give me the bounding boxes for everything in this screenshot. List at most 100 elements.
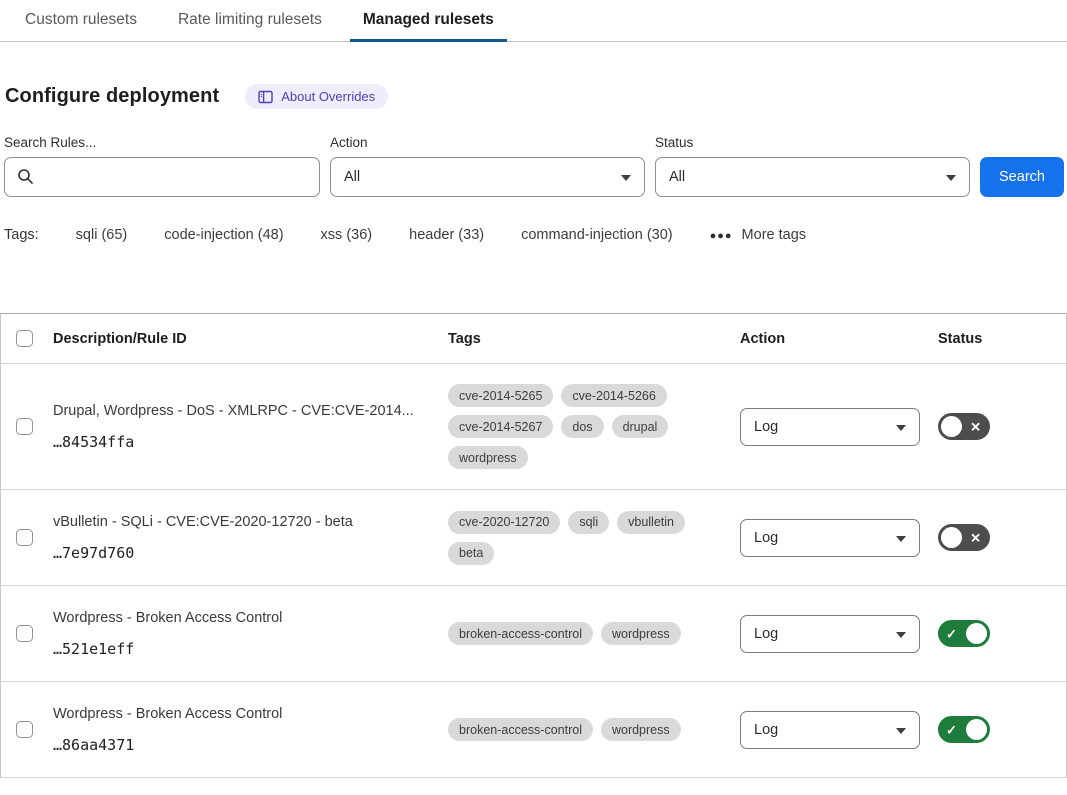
toggle-knob	[966, 719, 987, 740]
column-header-tags: Tags	[448, 331, 740, 347]
filters-row: Search Rules... Action All Status All Se…	[4, 135, 1067, 197]
row-checkbox[interactable]	[16, 625, 33, 642]
table-row: vBulletin - SQLi - CVE:CVE-2020-12720 - …	[1, 490, 1066, 586]
check-icon: ✓	[946, 627, 957, 640]
toggle-knob	[966, 623, 987, 644]
action-field: Action All	[330, 135, 645, 197]
rule-id: …521e1eff	[53, 640, 428, 658]
chevron-down-icon	[896, 728, 906, 734]
action-label: Action	[330, 135, 645, 150]
chevron-down-icon	[621, 175, 631, 181]
tag-pill: cve-2014-5266	[561, 384, 666, 407]
tags-bar-label: Tags:	[4, 227, 39, 243]
rule-id: …86aa4371	[53, 736, 428, 754]
column-header-description: Description/Rule ID	[53, 331, 448, 347]
tag-pill: broken-access-control	[448, 622, 593, 645]
table-row: Wordpress - Broken Access Control …521e1…	[1, 586, 1066, 682]
toggle-knob	[941, 527, 962, 548]
chevron-down-icon	[896, 632, 906, 638]
row-checkbox[interactable]	[16, 418, 33, 435]
rule-description: Wordpress - Broken Access Control	[53, 609, 428, 627]
tag-pill: broken-access-control	[448, 718, 593, 741]
tag-list: cve-2014-5265 cve-2014-5266 cve-2014-5267 d…	[448, 384, 710, 469]
status-toggle[interactable]: ✓ ✕	[938, 524, 990, 551]
chevron-down-icon	[896, 536, 906, 542]
more-tags-label: More tags	[742, 227, 806, 243]
x-icon: ✕	[970, 531, 981, 544]
status-toggle[interactable]: ✓ ✕	[938, 716, 990, 743]
tag-pill: cve-2014-5265	[448, 384, 553, 407]
table-row: Wordpress - Broken Access Control …86aa4…	[1, 682, 1066, 778]
action-dropdown-value: Log	[754, 626, 778, 642]
chevron-down-icon	[896, 425, 906, 431]
action-select-value: All	[344, 169, 360, 185]
book-icon	[258, 90, 273, 104]
search-icon	[17, 168, 34, 190]
tag-pill: vbulletin	[617, 511, 685, 534]
ruleset-tabs: Custom rulesets Rate limiting rulesets M…	[0, 0, 1067, 42]
rule-description: Drupal, Wordpress - DoS - XMLRPC - CVE:C…	[53, 402, 428, 420]
tags-bar: Tags: sqli (65) code-injection (48) xss …	[4, 227, 1067, 243]
status-select[interactable]: All	[655, 157, 970, 197]
tag-pill: cve-2014-5267	[448, 415, 553, 438]
tag-filter-header[interactable]: header (33)	[409, 227, 484, 243]
action-dropdown[interactable]: Log	[740, 408, 920, 446]
tag-pill: beta	[448, 542, 494, 565]
table-body: Drupal, Wordpress - DoS - XMLRPC - CVE:C…	[1, 364, 1066, 778]
toggle-knob	[941, 416, 962, 437]
rule-description: Wordpress - Broken Access Control	[53, 705, 428, 723]
tab-managed-rulesets[interactable]: Managed rulesets	[350, 0, 507, 42]
managed-rules-table: Description/Rule ID Tags Action Status D…	[0, 313, 1067, 778]
tag-pill: cve-2020-12720	[448, 511, 560, 534]
tag-pill: wordpress	[448, 446, 528, 469]
action-dropdown[interactable]: Log	[740, 711, 920, 749]
action-dropdown[interactable]: Log	[740, 615, 920, 653]
page-title: Configure deployment	[5, 85, 219, 108]
tag-list: cve-2020-12720 sqli vbulletin beta	[448, 511, 710, 565]
more-tags-button[interactable]: ●●● More tags	[710, 227, 806, 243]
search-label: Search Rules...	[4, 135, 320, 150]
row-checkbox[interactable]	[16, 721, 33, 738]
tag-pill: wordpress	[601, 718, 681, 741]
status-toggle[interactable]: ✓ ✕	[938, 620, 990, 647]
table-header-row: Description/Rule ID Tags Action Status	[1, 314, 1066, 364]
status-toggle[interactable]: ✓ ✕	[938, 413, 990, 440]
action-dropdown[interactable]: Log	[740, 519, 920, 557]
ellipsis-icon: ●●●	[710, 230, 733, 242]
tag-pill: wordpress	[601, 622, 681, 645]
chevron-down-icon	[946, 175, 956, 181]
tag-pill: sqli	[568, 511, 609, 534]
status-field: Status All	[655, 135, 970, 197]
tab-custom-rulesets[interactable]: Custom rulesets	[12, 0, 150, 42]
action-dropdown-value: Log	[754, 722, 778, 738]
column-header-status: Status	[938, 331, 1066, 347]
status-label: Status	[655, 135, 970, 150]
search-button[interactable]: Search	[980, 157, 1064, 197]
tag-filter-xss[interactable]: xss (36)	[321, 227, 373, 243]
column-header-action: Action	[740, 331, 938, 347]
rule-id: …7e97d760	[53, 544, 428, 562]
heading-row: Configure deployment About Overrides	[5, 84, 1067, 109]
tag-filter-sqli[interactable]: sqli (65)	[76, 227, 128, 243]
action-select[interactable]: All	[330, 157, 645, 197]
tag-list: broken-access-control wordpress	[448, 622, 710, 645]
action-dropdown-value: Log	[754, 419, 778, 435]
search-input[interactable]	[4, 157, 320, 197]
select-all-checkbox[interactable]	[16, 330, 33, 347]
row-checkbox[interactable]	[16, 529, 33, 546]
tag-pill: dos	[561, 415, 603, 438]
action-dropdown-value: Log	[754, 530, 778, 546]
tag-pill: drupal	[612, 415, 669, 438]
search-field: Search Rules...	[4, 135, 320, 197]
about-overrides-badge[interactable]: About Overrides	[245, 84, 388, 109]
x-icon: ✕	[970, 420, 981, 433]
tag-list: broken-access-control wordpress	[448, 718, 710, 741]
table-row: Drupal, Wordpress - DoS - XMLRPC - CVE:C…	[1, 364, 1066, 490]
about-overrides-label: About Overrides	[281, 89, 375, 104]
rule-description: vBulletin - SQLi - CVE:CVE-2020-12720 - …	[53, 513, 428, 531]
status-select-value: All	[669, 169, 685, 185]
tab-rate-limiting-rulesets[interactable]: Rate limiting rulesets	[165, 0, 335, 42]
tag-filter-code-injection[interactable]: code-injection (48)	[164, 227, 283, 243]
rule-id: …84534ffa	[53, 433, 428, 451]
tag-filter-command-injection[interactable]: command-injection (30)	[521, 227, 673, 243]
